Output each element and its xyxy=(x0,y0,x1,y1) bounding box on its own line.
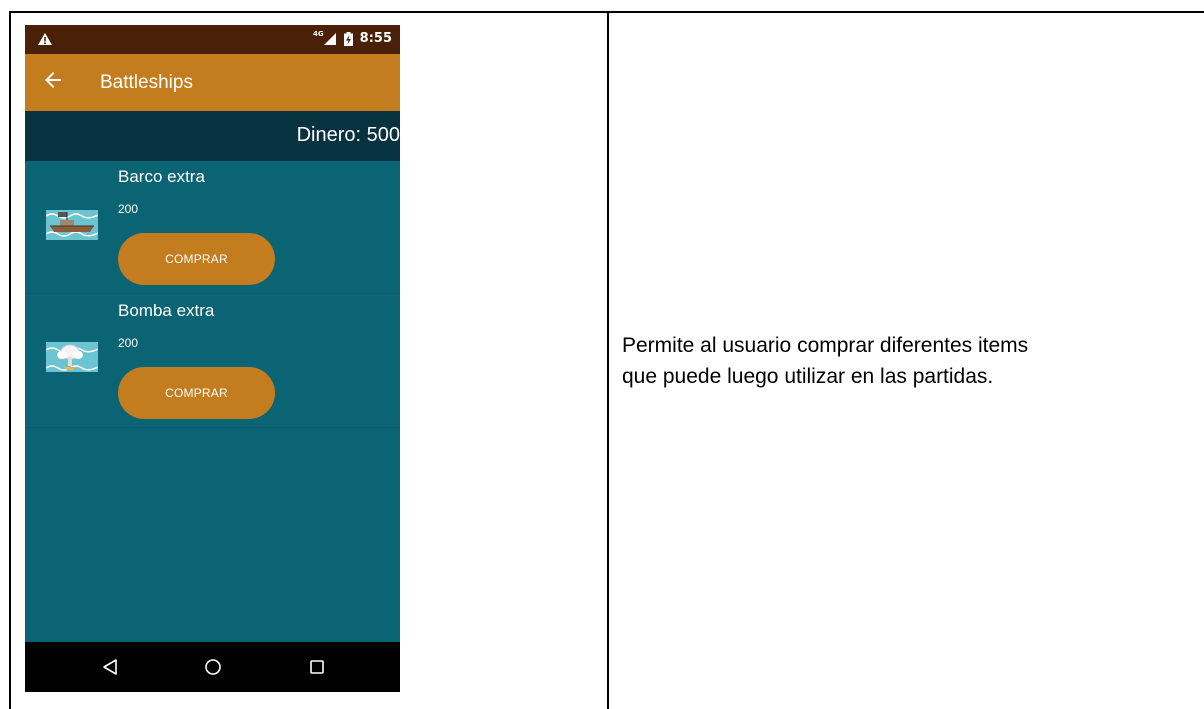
buy-button[interactable]: COMPRAR xyxy=(118,367,275,419)
list-item: Bomba extra 200 COMPRAR xyxy=(25,295,400,428)
home-circle-icon[interactable] xyxy=(204,658,222,676)
description-text: Permite al usuario comprar diferentes it… xyxy=(622,330,1202,392)
navigation-bar xyxy=(25,642,400,692)
back-triangle-icon[interactable] xyxy=(101,658,119,676)
ship-thumbnail xyxy=(46,210,98,240)
item-price: 200 xyxy=(118,336,139,350)
status-indicators: 4G 8:55 xyxy=(313,29,392,47)
item-name: Bomba extra xyxy=(118,301,215,320)
list-item: Barco extra 200 COMPRAR xyxy=(25,161,400,294)
phone-screenshot: 4G 8:55 Battleships Dinero: 500 Barco ex… xyxy=(25,25,400,692)
warning-icon xyxy=(38,33,52,45)
bomb-thumbnail xyxy=(46,342,98,372)
money-label: Dinero: 500 xyxy=(296,124,400,146)
description-line: que puede luego utilizar en las partidas… xyxy=(622,365,994,388)
network-type: 4G xyxy=(313,29,324,38)
clock: 8:55 xyxy=(359,31,392,46)
battery-charging-icon xyxy=(343,31,353,46)
table-column-divider xyxy=(607,11,609,709)
back-arrow-icon[interactable] xyxy=(41,68,65,92)
item-price: 200 xyxy=(118,202,139,216)
money-bar: Dinero: 500 xyxy=(25,111,400,161)
status-bar: 4G 8:55 xyxy=(25,25,400,54)
app-title: Battleships xyxy=(100,72,193,93)
description-line: Permite al usuario comprar diferentes it… xyxy=(622,334,1029,357)
signal-icon xyxy=(323,32,336,45)
buy-button[interactable]: COMPRAR xyxy=(118,233,275,285)
item-name: Barco extra xyxy=(118,167,205,186)
app-bar: Battleships xyxy=(25,54,400,111)
recents-square-icon[interactable] xyxy=(308,658,326,676)
